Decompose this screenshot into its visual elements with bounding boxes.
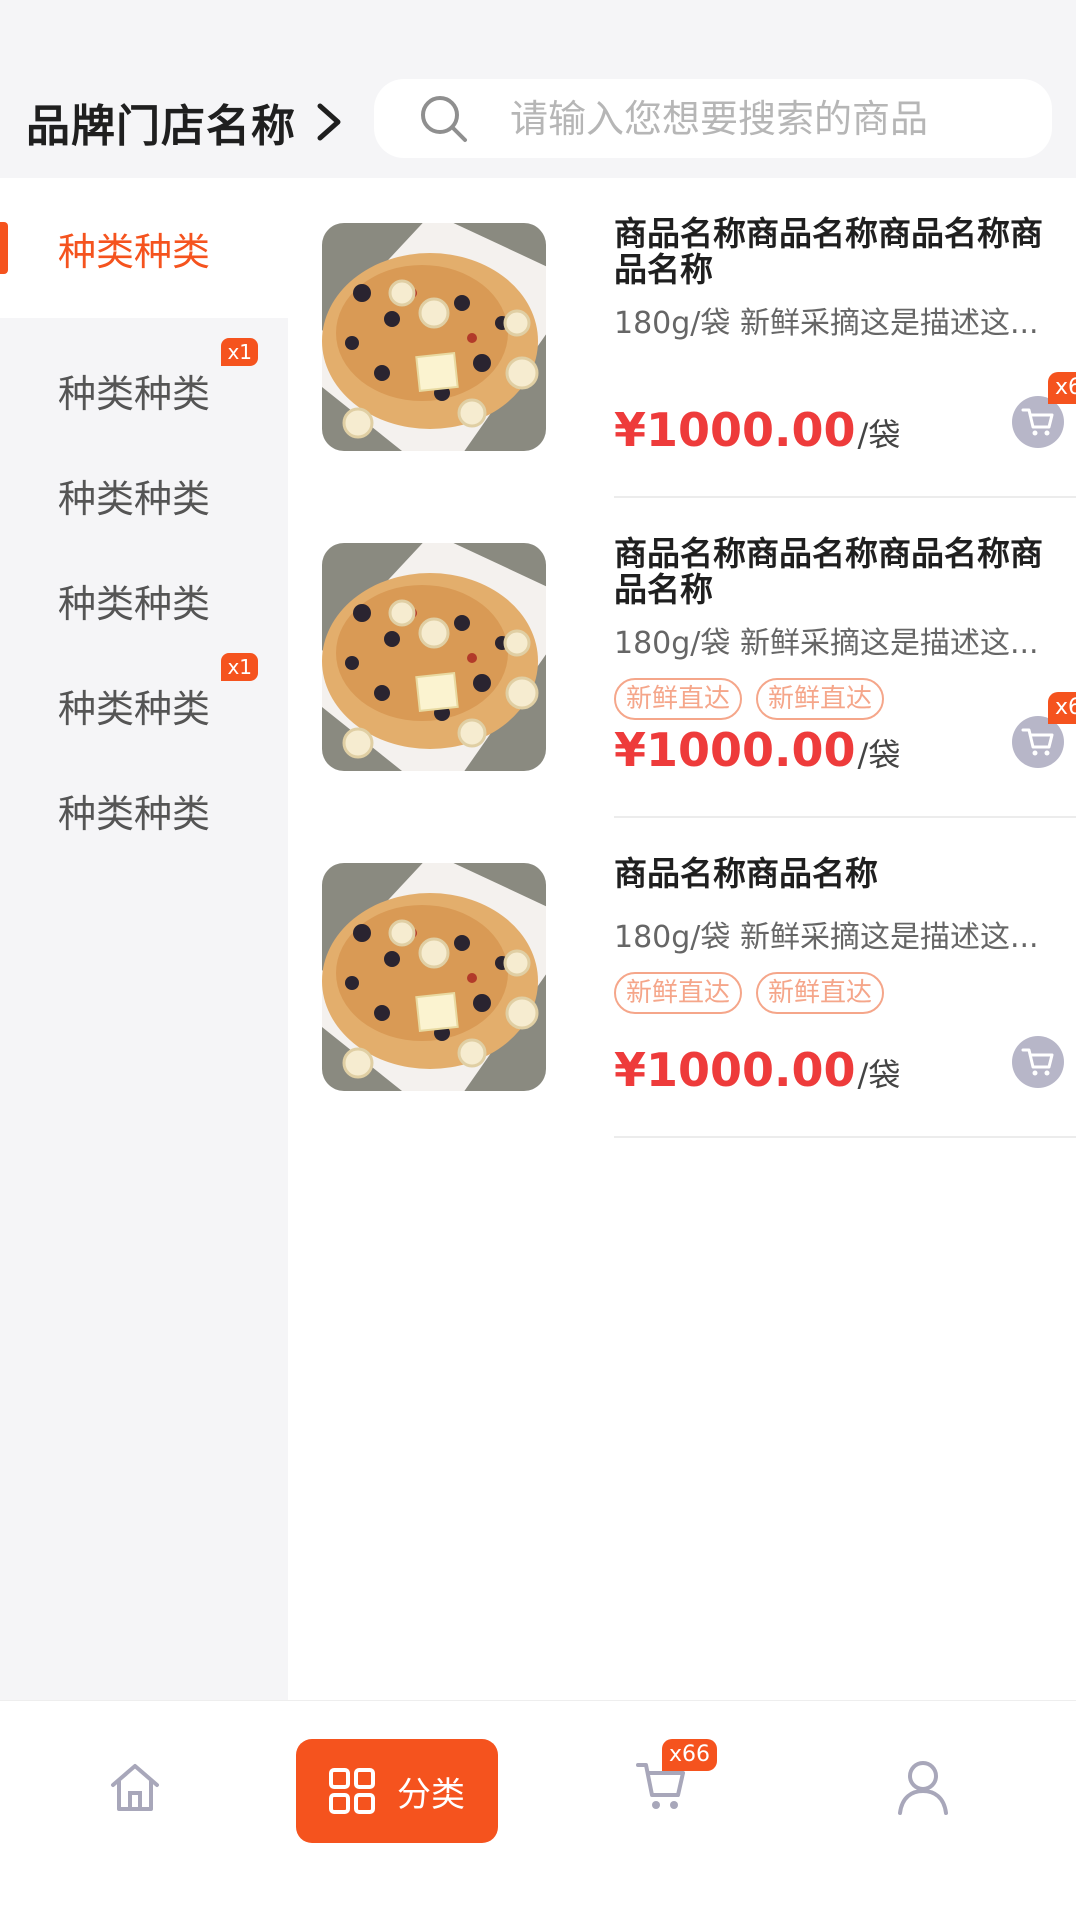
product-image[interactable] (322, 543, 546, 771)
category-label: 种类种类 (57, 792, 210, 836)
bottom-tab-bar: 分类 x66 (0, 1700, 1076, 1917)
cart-count-badge: x66 (1048, 692, 1076, 724)
product-info: 商品名称商品名称商品名称商品名称 180g/袋 新鲜采摘这是描述这... (614, 216, 1064, 342)
product-image[interactable] (322, 863, 546, 1091)
cart-icon (1021, 728, 1054, 756)
cart-count-badge: x66 (1048, 372, 1076, 404)
chevron-right-icon (317, 103, 341, 141)
product-tags: 新鲜直达 新鲜直达 (614, 972, 1064, 1014)
store-name-link[interactable]: 品牌门店名称 (26, 92, 344, 152)
product-title: 商品名称商品名称商品名称商品名称 (614, 216, 1043, 288)
category-item-6[interactable]: 种类种类 (0, 758, 288, 863)
category-item-5[interactable]: 种类种类 x1 (0, 653, 288, 758)
product-desc: 180g/袋 新鲜采摘这是描述这... (614, 306, 1039, 341)
search-input[interactable] (508, 95, 1032, 142)
price-row: ¥1000.00 /袋 (614, 1043, 900, 1097)
category-label: 种类种类 (57, 477, 210, 521)
category-sidebar: 种类种类 种类种类 x1 种类种类 种类种类 种类种类 x1 种类种类 (0, 178, 288, 1700)
product-desc: 180g/袋 新鲜采摘这是描述这... (614, 920, 1039, 955)
user-icon (898, 1761, 948, 1815)
tab-profile[interactable] (896, 1759, 950, 1815)
product-item[interactable]: 商品名称商品名称商品名称商品名称 180g/袋 新鲜采摘这是描述这... ¥10… (322, 178, 1076, 498)
product-price: ¥1000.00 (614, 723, 856, 777)
grid-icon (329, 1768, 375, 1814)
home-icon (111, 1764, 159, 1811)
category-label: 种类种类 (57, 372, 210, 416)
store-name: 品牌门店名称 (26, 101, 296, 152)
header: 品牌门店名称 (0, 0, 1076, 178)
divider (614, 1136, 1076, 1138)
cart-icon (1021, 408, 1054, 436)
category-badge: x1 (221, 338, 258, 366)
product-price: ¥1000.00 (614, 1043, 856, 1097)
product-tag: 新鲜直达 (614, 678, 743, 720)
product-tag: 新鲜直达 (614, 972, 743, 1014)
product-image[interactable] (322, 223, 546, 451)
product-unit: /袋 (857, 1056, 901, 1094)
search-icon (421, 95, 467, 142)
product-list: 商品名称商品名称商品名称商品名称 180g/袋 新鲜采摘这是描述这... ¥10… (288, 178, 1076, 1700)
category-item-4[interactable]: 种类种类 (0, 548, 288, 653)
product-info: 商品名称商品名称 180g/袋 新鲜采摘这是描述这... 新鲜直达 新鲜直达 (614, 856, 1064, 1014)
category-label: 种类种类 (57, 229, 210, 274)
cart-icon (1021, 1048, 1054, 1076)
product-tags: 新鲜直达 新鲜直达 (614, 678, 1064, 720)
product-unit: /袋 (857, 736, 901, 774)
price-row: ¥1000.00 /袋 (614, 403, 900, 457)
category-item-1[interactable]: 种类种类 (0, 178, 288, 318)
category-label: 种类种类 (57, 687, 210, 731)
product-desc: 180g/袋 新鲜采摘这是描述这... (614, 626, 1039, 661)
product-item[interactable]: 商品名称商品名称 180g/袋 新鲜采摘这是描述这... 新鲜直达 新鲜直达 ¥… (322, 818, 1076, 1138)
add-to-cart-button[interactable] (1012, 1036, 1064, 1088)
category-item-2[interactable]: 种类种类 x1 (0, 338, 288, 443)
tab-home[interactable] (108, 1761, 162, 1815)
tab-category-label: 分类 (397, 1774, 465, 1815)
category-label: 种类种类 (57, 582, 210, 626)
tab-category[interactable]: 分类 (296, 1739, 498, 1843)
product-item[interactable]: 商品名称商品名称商品名称商品名称 180g/袋 新鲜采摘这是描述这... 新鲜直… (322, 498, 1076, 818)
cart-count-badge: x66 (662, 1739, 718, 1771)
category-badge: x1 (221, 653, 258, 681)
product-price: ¥1000.00 (614, 403, 856, 457)
product-unit: /袋 (857, 416, 901, 454)
product-title: 商品名称商品名称 (614, 856, 878, 892)
product-tag: 新鲜直达 (756, 678, 885, 720)
category-item-3[interactable]: 种类种类 (0, 443, 288, 548)
product-title: 商品名称商品名称商品名称商品名称 (614, 536, 1043, 608)
search-bar[interactable] (374, 79, 1052, 158)
product-tag: 新鲜直达 (756, 972, 885, 1014)
price-row: ¥1000.00 /袋 (614, 723, 900, 777)
product-info: 商品名称商品名称商品名称商品名称 180g/袋 新鲜采摘这是描述这... 新鲜直… (614, 536, 1064, 720)
